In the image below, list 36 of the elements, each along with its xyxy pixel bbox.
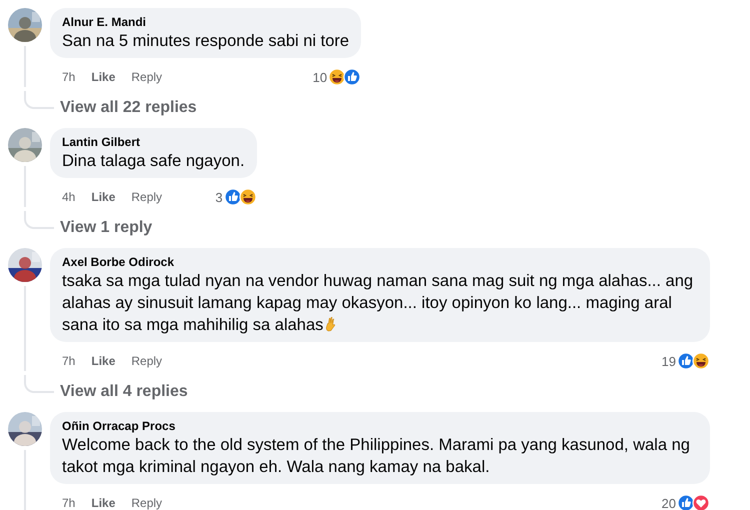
laughing-emoji-icon bbox=[692, 352, 710, 370]
thread-connector-line bbox=[24, 91, 54, 109]
author-name: Lantin Gilbert bbox=[62, 134, 141, 150]
like-link[interactable]: Like bbox=[91, 190, 116, 204]
comment-text: San na 5 minutes responde sabi ni tore bbox=[62, 32, 350, 50]
laughing-emoji-icon bbox=[328, 68, 346, 86]
comment-time: 7h bbox=[62, 496, 76, 510]
thread-connector-line bbox=[24, 375, 54, 393]
like-link[interactable]: Like bbox=[91, 354, 116, 368]
reaction-count: 10 bbox=[312, 70, 328, 84]
comment-text: tsaka sa mga tulad nyan na vendor huwag naman sana mag suit ng mga alahas... ang alahas ay sinusuit lamang kapag may okasyon... itoy opinyon ko lang... maging aral sana ito sa mga mahihilig sa alahas bbox=[62, 272, 694, 334]
author-name: Axel Borbe Odirock bbox=[62, 254, 176, 270]
reaction-count: 3 bbox=[215, 190, 223, 204]
like-link[interactable]: Like bbox=[91, 496, 116, 510]
like-reaction-icon bbox=[677, 352, 695, 370]
author-name: Alnur E. Mandi bbox=[62, 14, 147, 30]
reply-link[interactable]: Reply bbox=[131, 70, 162, 84]
like-reaction-icon bbox=[224, 188, 242, 206]
like-reaction-icon bbox=[343, 68, 362, 86]
view-replies-link[interactable]: View all 22 replies bbox=[60, 98, 197, 118]
author-name: Oñin Orracap Procs bbox=[62, 418, 176, 434]
reply-link[interactable]: Reply bbox=[131, 496, 162, 510]
laughing-emoji-icon bbox=[238, 188, 257, 206]
thread-connector-line bbox=[24, 211, 54, 229]
reaction-count: 20 bbox=[662, 496, 676, 510]
reply-link[interactable]: Reply bbox=[131, 354, 162, 368]
comment-time: 4h bbox=[62, 190, 76, 204]
comment-time: 7h bbox=[62, 354, 76, 368]
view-replies-link[interactable]: View all 4 replies bbox=[60, 382, 188, 402]
comment-text: Welcome back to the old system of the Philippines. Marami pa yang kasunod, wala ng takot mga kriminal ngayon eh. Wala nang kamay na bakal. bbox=[62, 436, 690, 476]
like-link[interactable]: Like bbox=[91, 70, 116, 84]
view-replies-link[interactable]: View 1 reply bbox=[60, 218, 152, 238]
comment-time: 7h bbox=[62, 70, 76, 84]
comment-text: Dina talaga safe ngayon. bbox=[62, 152, 245, 170]
reply-link[interactable]: Reply bbox=[131, 190, 162, 204]
reaction-count: 19 bbox=[662, 354, 676, 368]
